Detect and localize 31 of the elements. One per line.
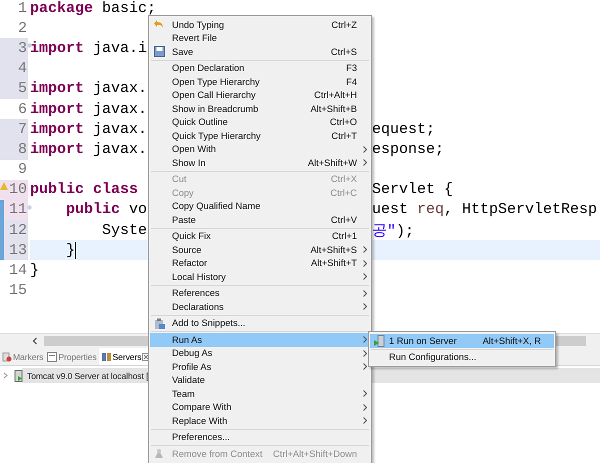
line-number: 11 (8, 201, 28, 218)
code-text: import java.i (30, 40, 148, 57)
code-text: esponse; (372, 140, 444, 158)
code-text: public class (30, 181, 138, 198)
code-text: import javax. (30, 80, 148, 98)
code-text: equest; (372, 120, 436, 138)
line-number: 8 (18, 140, 28, 158)
code-text: } (65, 242, 76, 260)
line-number: 3 (18, 40, 28, 57)
code-text: public vo (65, 201, 148, 218)
line-number: 1 (18, 0, 28, 17)
code-text: import javax. (30, 140, 148, 158)
code-text: package basic; (30, 0, 156, 17)
line-number: 2 (18, 20, 28, 37)
code-text: import javax. (30, 120, 148, 138)
line-number: 4 (18, 60, 28, 78)
line-number: 7 (18, 120, 28, 138)
code-text: Syste (101, 222, 148, 239)
line-number: 6 (18, 100, 28, 118)
code-text: } (30, 262, 40, 280)
line-number: 5 (18, 80, 28, 98)
code-text: import javax. (30, 100, 148, 118)
line-number: 13 (8, 242, 28, 259)
line-number: 15 (8, 282, 28, 300)
code-text: uest req, HttpServletResp (372, 201, 598, 218)
code-text: 공"); (372, 222, 414, 240)
line-number: 14 (8, 262, 28, 280)
line-number: 9 (18, 161, 28, 178)
line-number: 10 (8, 181, 28, 198)
code-text: Servlet { (372, 181, 454, 198)
line-number: 12 (8, 222, 28, 239)
